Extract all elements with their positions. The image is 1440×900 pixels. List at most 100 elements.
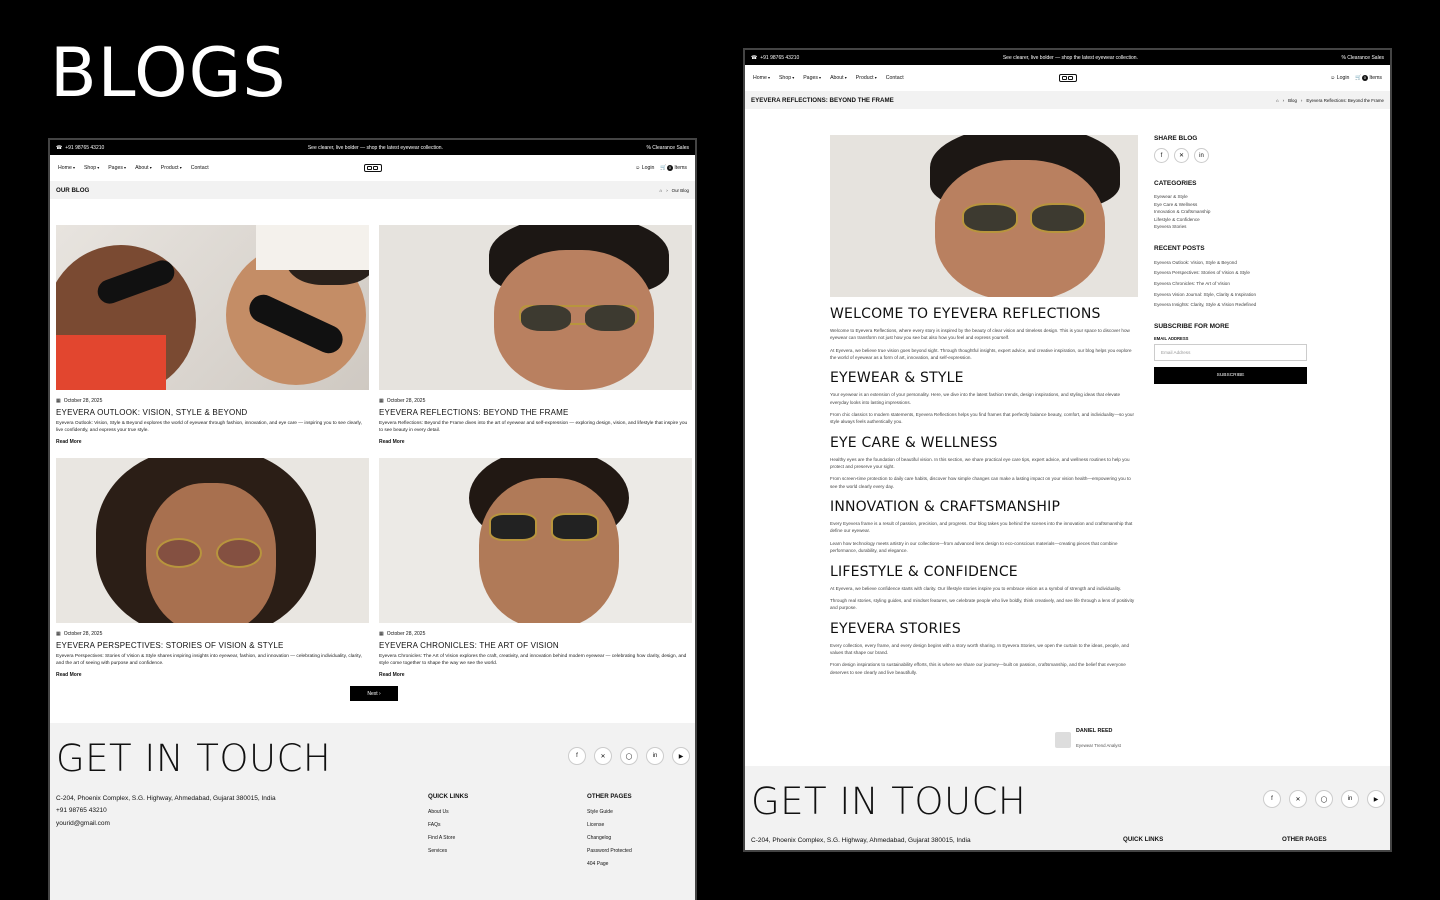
blog-card-title[interactable]: EYEVERA PERSPECTIVES: STORIES OF VISION … bbox=[56, 641, 369, 650]
recent-posts-title: RECENT POSTS bbox=[1154, 244, 1205, 252]
cart-count: 0 bbox=[1361, 75, 1368, 81]
x-icon[interactable]: ✕ bbox=[1289, 790, 1307, 808]
topbar-phone: +91 98765 43210 bbox=[65, 144, 105, 151]
chevron-right-icon: › bbox=[379, 690, 381, 697]
home-icon[interactable]: ⌂ bbox=[660, 188, 663, 193]
category-link[interactable]: Eyewear & Style bbox=[1154, 193, 1314, 201]
blog-card-excerpt: Eyevera Reflections: Beyond the Frame di… bbox=[379, 421, 688, 434]
facebook-icon[interactable]: f bbox=[568, 747, 586, 765]
youtube-icon[interactable]: ▶ bbox=[1367, 790, 1385, 808]
nav-home[interactable]: Home bbox=[753, 75, 770, 81]
section-paragraph: From design inspirations to sustainabili… bbox=[830, 662, 1126, 675]
blog-card-excerpt: Eyevera Perspectives: Stories of Vision … bbox=[56, 654, 362, 667]
footer-phone[interactable]: +91 98765 43210 bbox=[56, 805, 276, 817]
blog-card-image[interactable] bbox=[379, 458, 692, 623]
recent-post-link[interactable]: Eyevera Outlook: Vision, Style & Beyond bbox=[1154, 258, 1314, 269]
nav-product[interactable]: Product bbox=[856, 75, 877, 81]
section-heading: EYEVERA STORIES bbox=[830, 620, 961, 637]
page-title: EYEVERA REFLECTIONS: BEYOND THE FRAME bbox=[751, 96, 894, 104]
facebook-icon[interactable]: f bbox=[1263, 790, 1281, 808]
footer-link[interactable]: Services bbox=[428, 845, 468, 858]
category-link[interactable]: Eye Care & Wellness bbox=[1154, 201, 1314, 209]
clearance-link[interactable]: % Clearance Sales bbox=[646, 145, 689, 151]
blog-article-window: ☎ +91 98765 43210 See clearer, live bolde… bbox=[743, 48, 1392, 852]
category-link[interactable]: Innovation & Craftsmanship bbox=[1154, 208, 1314, 216]
recent-post-link[interactable]: Eyevera Vision Journal: Style, Clarity &… bbox=[1154, 290, 1314, 301]
announcement-bar: ☎ +91 98765 43210 See clearer, live bolde… bbox=[50, 140, 695, 155]
x-icon[interactable]: ✕ bbox=[1174, 148, 1189, 163]
footer-link[interactable]: Find A Store bbox=[428, 832, 468, 845]
cart-count: 0 bbox=[666, 165, 673, 171]
page-title: OUR BLOG bbox=[56, 186, 90, 194]
home-icon[interactable]: ⌂ bbox=[1276, 98, 1279, 103]
social-links: f ✕ ◯ in ▶ bbox=[568, 747, 690, 765]
footer-link[interactable]: Password Protected bbox=[587, 845, 632, 858]
footer-link[interactable]: License bbox=[587, 819, 632, 832]
read-more-link[interactable]: Read More bbox=[56, 672, 369, 678]
chevron-right-icon: › bbox=[666, 187, 668, 193]
nav-home[interactable]: Home bbox=[58, 165, 75, 171]
linkedin-icon[interactable]: in bbox=[646, 747, 664, 765]
linkedin-icon[interactable]: in bbox=[1341, 790, 1359, 808]
nav-pages[interactable]: Pages bbox=[803, 75, 821, 81]
breadcrumb: ⌂ › Our Blog bbox=[660, 188, 689, 193]
footer-link[interactable]: About Us bbox=[428, 806, 468, 819]
instagram-icon[interactable]: ◯ bbox=[620, 747, 638, 765]
recent-post-link[interactable]: Eyevera Insights: Clarity, Style & Visio… bbox=[1154, 300, 1314, 311]
cart-link[interactable]: 🛒 0 Items bbox=[1355, 75, 1382, 81]
section-paragraph: Every collection, every frame, and every… bbox=[830, 642, 1130, 655]
nav-product[interactable]: Product bbox=[161, 165, 182, 171]
instagram-icon[interactable]: ◯ bbox=[1315, 790, 1333, 808]
next-page-button[interactable]: Next › bbox=[350, 686, 398, 701]
facebook-icon[interactable]: f bbox=[1154, 148, 1169, 163]
read-more-link[interactable]: Read More bbox=[56, 439, 369, 445]
recent-post-link[interactable]: Eyevera Chronicles: The Art of Vision bbox=[1154, 279, 1314, 290]
x-icon[interactable]: ✕ bbox=[594, 747, 612, 765]
blog-card-image[interactable] bbox=[56, 225, 369, 390]
recent-post-link[interactable]: Eyevera Perspectives: Stories of Vision … bbox=[1154, 268, 1314, 279]
nav-about[interactable]: About bbox=[830, 75, 847, 81]
subscribe-button[interactable]: SUBSCRIBE bbox=[1154, 366, 1307, 384]
section-paragraph: Through real stories, styling guides, an… bbox=[830, 597, 1135, 611]
breadcrumb-blog[interactable]: Blog bbox=[1288, 98, 1297, 103]
quick-links-title: QUICK LINKS bbox=[1123, 836, 1164, 843]
read-more-link[interactable]: Read More bbox=[379, 439, 692, 445]
nav-contact[interactable]: Contact bbox=[886, 75, 904, 81]
clearance-link[interactable]: % Clearance Sales bbox=[1341, 55, 1384, 61]
footer-link[interactable]: FAQs bbox=[428, 819, 468, 832]
nav-contact[interactable]: Contact bbox=[191, 165, 209, 171]
blog-card-excerpt: Eyevera Chronicles: The Art of Vision ex… bbox=[379, 654, 687, 667]
login-link[interactable]: ☺ Login bbox=[1330, 75, 1349, 81]
blog-card: ▦ October 28, 2025 EYEVERA PERSPECTIVES: … bbox=[56, 458, 369, 678]
youtube-icon[interactable]: ▶ bbox=[672, 747, 690, 765]
share-title: SHARE BLOG bbox=[1154, 135, 1198, 142]
linkedin-icon[interactable]: in bbox=[1194, 148, 1209, 163]
blog-card-title[interactable]: EYEVERA OUTLOOK: VISION, STYLE & BEYOND bbox=[56, 408, 369, 417]
blog-card-title[interactable]: EYEVERA REFLECTIONS: BEYOND THE FRAME bbox=[379, 408, 692, 417]
blog-card-image[interactable] bbox=[56, 458, 369, 623]
footer-link[interactable]: Style Guide bbox=[587, 806, 632, 819]
footer-heading: GET IN TOUCH bbox=[751, 780, 1027, 823]
nav-pages[interactable]: Pages bbox=[108, 165, 126, 171]
announcement-bar: ☎ +91 98765 43210 See clearer, live bolde… bbox=[745, 50, 1390, 65]
cart-link[interactable]: 🛒 0 Items bbox=[660, 165, 687, 171]
category-link[interactable]: Eyevera Stories bbox=[1154, 223, 1314, 231]
blog-card-image[interactable] bbox=[379, 225, 692, 390]
percent-icon: % bbox=[646, 144, 651, 151]
main-nav: Home Shop Pages About Product Contact ☺ … bbox=[50, 155, 695, 181]
nav-about[interactable]: About bbox=[135, 165, 152, 171]
calendar-icon: ▦ bbox=[56, 398, 61, 404]
read-more-link[interactable]: Read More bbox=[379, 672, 692, 678]
brand-logo[interactable] bbox=[1058, 74, 1077, 82]
footer-link[interactable]: Changelog bbox=[587, 832, 632, 845]
footer-email[interactable]: yourid@gmail.com bbox=[56, 818, 276, 830]
footer-address: C-204, Phoenix Complex, S.G. Highway, Ah… bbox=[56, 795, 276, 802]
nav-shop[interactable]: Shop bbox=[779, 75, 794, 81]
brand-logo[interactable] bbox=[363, 164, 382, 172]
category-link[interactable]: Lifestyle & Confidence bbox=[1154, 216, 1314, 224]
login-link[interactable]: ☺ Login bbox=[635, 165, 654, 171]
footer-link[interactable]: 404 Page bbox=[587, 858, 632, 871]
email-input[interactable]: Email Address bbox=[1154, 343, 1307, 361]
nav-shop[interactable]: Shop bbox=[84, 165, 99, 171]
blog-card-title[interactable]: EYEVERA CHRONICLES: THE ART OF VISION bbox=[379, 641, 692, 650]
